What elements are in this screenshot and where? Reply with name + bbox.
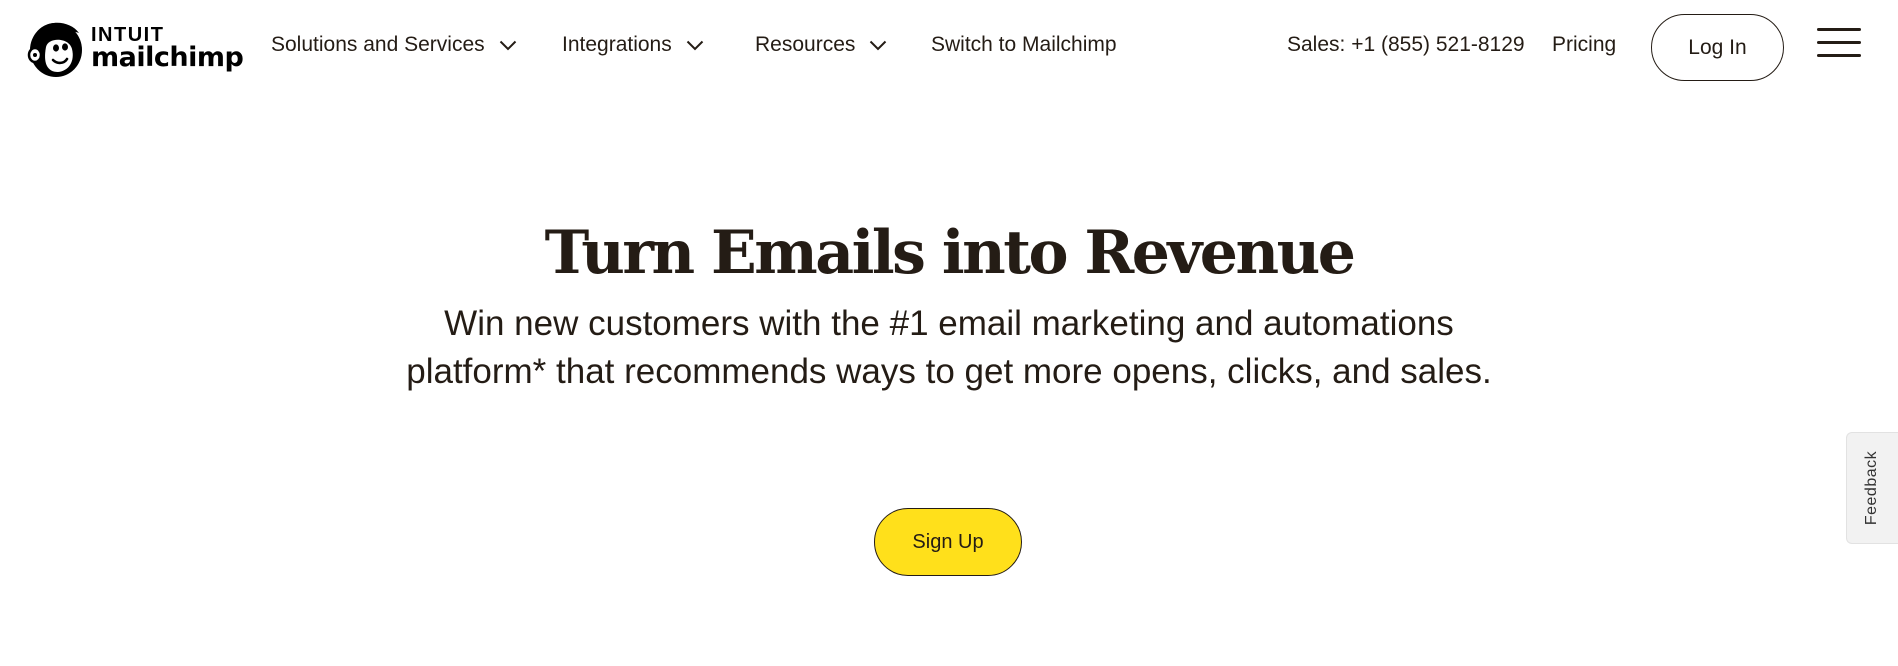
hero-section: Turn Emails into Revenue Win new custome… xyxy=(0,210,1898,396)
nav-pricing[interactable]: Pricing xyxy=(1552,33,1616,57)
nav-integrations[interactable]: Integrations xyxy=(562,33,704,57)
chevron-down-icon xyxy=(869,33,887,57)
hero-subtitle: Win new customers with the #1 email mark… xyxy=(406,304,1492,391)
nav-solutions-and-services[interactable]: Solutions and Services xyxy=(271,33,517,57)
menu-line xyxy=(1817,41,1861,44)
menu-line xyxy=(1817,54,1861,57)
nav-switch-to-mailchimp[interactable]: Switch to Mailchimp xyxy=(931,33,1117,57)
hero-title: Turn Emails into Revenue xyxy=(544,218,1356,288)
sign-up-button[interactable]: Sign Up xyxy=(874,508,1022,576)
nav-resources-label: Resources xyxy=(755,33,856,56)
nav-resources[interactable]: Resources xyxy=(755,33,887,57)
menu-line xyxy=(1817,28,1861,31)
log-in-button[interactable]: Log In xyxy=(1651,14,1784,81)
hamburger-menu-icon[interactable] xyxy=(1817,28,1861,60)
chevron-down-icon xyxy=(686,33,704,57)
logo-wordmark: INTUIT mailchimp xyxy=(91,25,244,73)
top-navigation: INTUIT mailchimp Solutions and Services … xyxy=(0,0,1898,94)
intuit-mailchimp-logo[interactable]: INTUIT mailchimp xyxy=(25,17,244,79)
nav-solutions-label: Solutions and Services xyxy=(271,33,485,56)
sales-phone-link[interactable]: Sales: +1 (855) 521-8129 xyxy=(1287,33,1525,57)
feedback-label: Feedback xyxy=(1863,450,1881,526)
chevron-down-icon xyxy=(499,33,517,57)
nav-integrations-label: Integrations xyxy=(562,33,672,56)
logo-mailchimp-text: mailchimp xyxy=(91,42,244,73)
freddie-chimp-icon xyxy=(25,17,85,79)
feedback-tab[interactable]: Feedback xyxy=(1846,432,1898,544)
